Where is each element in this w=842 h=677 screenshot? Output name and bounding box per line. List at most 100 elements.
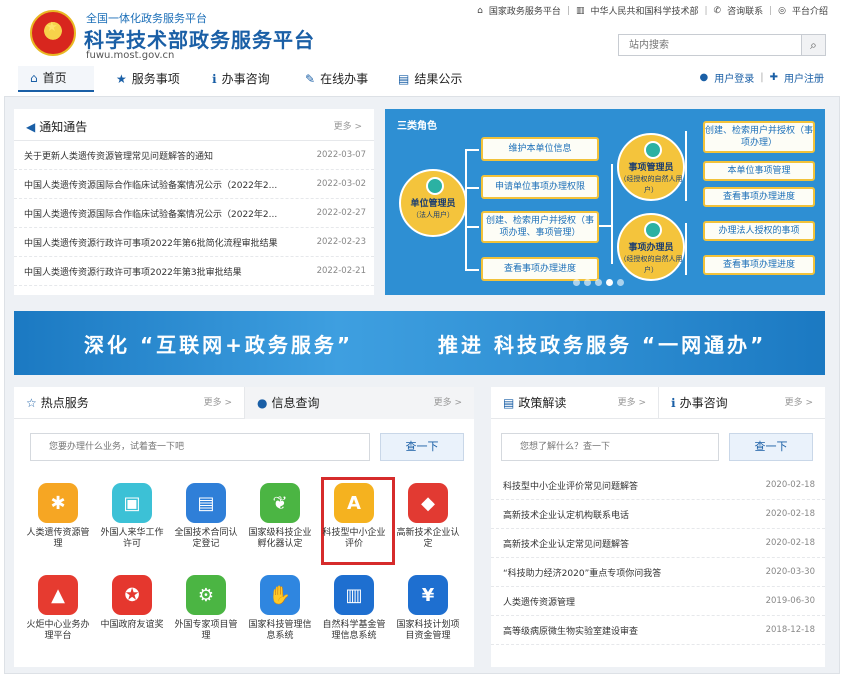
- login-link[interactable]: 用户登录: [714, 70, 754, 85]
- nav-services[interactable]: ★ 服务事项: [116, 66, 180, 92]
- policy-date: 2020-03-30: [765, 567, 815, 577]
- info-icon: ℹ: [212, 72, 217, 86]
- list-item[interactable]: 高新技术企业认定常见问题解答 2020-02-18: [491, 529, 825, 558]
- policy-text: 高新技术企业认定常见问题解答: [503, 540, 630, 550]
- list-item[interactable]: 中国人类遗传资源行政许可事项2022年第6批简化流程审批结果 2022-02-23: [14, 228, 374, 257]
- service-tile[interactable]: A 科技型中小企业评价: [319, 483, 389, 550]
- site-header: ★ 全国一体化政务服务平台 科学技术部政务服务平台 fuwu.most.gov.…: [0, 0, 842, 96]
- banner-left-text: 深化 “互联网+政务服务”: [84, 333, 354, 357]
- notice-date: 2022-03-02: [316, 179, 366, 189]
- policy-search-input[interactable]: [502, 434, 718, 460]
- notice-panel: ◀ 通知通告 更多 > 关于更新人类遗传资源管理常见问题解答的通知 2022-03-…: [14, 109, 374, 295]
- globe-icon: ◎: [778, 5, 786, 16]
- national-emblem-logo[interactable]: ★: [30, 10, 76, 56]
- policy-text: 高新技术企业认定机构联系电话: [503, 511, 630, 521]
- service-search-input[interactable]: [31, 434, 369, 460]
- role-sub: （经授权的自然人用户）: [619, 175, 683, 194]
- role-sub: （法人用户）: [412, 211, 454, 219]
- tab-consult[interactable]: ℹ 办事咨询 更多 >: [658, 387, 825, 419]
- list-item[interactable]: 中国人类遗传资源国际合作临床试验备案情况公示（2022年2... 2022-03-…: [14, 170, 374, 199]
- nav-results[interactable]: ▤ 结果公示: [398, 66, 462, 92]
- tab-hot-services[interactable]: ☆ 热点服务 更多 >: [14, 387, 244, 419]
- nav-home-label: 首页: [42, 71, 67, 85]
- service-label: 自然科学基金管理信息系统: [322, 620, 386, 641]
- service-label: 科技型中小企业评价: [322, 528, 386, 549]
- role-unit-admin: 单位管理员 （法人用户）: [399, 169, 467, 237]
- search-icon[interactable]: ⌕: [801, 35, 825, 55]
- policy-text: 高等级病原微生物实验室建设审查: [503, 627, 639, 637]
- notice-date: 2022-02-27: [316, 208, 366, 218]
- policy-date: 2018-12-18: [765, 625, 815, 635]
- service-search-button[interactable]: 查一下: [380, 433, 464, 461]
- service-tile[interactable]: ▣ 外国人来华工作许可: [97, 483, 167, 550]
- service-tile[interactable]: ◆ 高新技术企业认定: [393, 483, 463, 550]
- policy-panel: ▤政策解读 更多 > ℹ办事咨询 更多 > 查一下 科技型中小企业评价常见问题解答 2…: [491, 387, 825, 667]
- list-item[interactable]: 关于更新人类遗传资源管理常见问题解答的通知 2022-03-07: [14, 141, 374, 170]
- service-tile[interactable]: ▤ 全国技术合同认定登记: [171, 483, 241, 550]
- home-icon: ⌂: [30, 71, 38, 85]
- carousel-dots[interactable]: [573, 279, 624, 286]
- list-item[interactable]: 高等级病原微生物实验室建设审查 2018-12-18: [491, 616, 825, 645]
- consult-more-link[interactable]: 更多 >: [785, 387, 813, 419]
- notice-text: 中国人类遗传资源行政许可事项2022年第6批简化流程审批结果: [24, 239, 278, 249]
- roles-carousel[interactable]: 三类角色 单位管理员 （法人用户） 维护本单位信息 申请单位事项办理权限 创建、检…: [385, 109, 825, 295]
- hot-more-link[interactable]: 更多 >: [204, 387, 232, 419]
- service-tile[interactable]: ▥ 自然科学基金管理信息系统: [319, 575, 389, 642]
- service-tile[interactable]: ✪ 中国政府友谊奖: [97, 575, 167, 631]
- service-search: [30, 433, 370, 461]
- diagram-box: 查看事项办理进度: [481, 257, 599, 281]
- service-label: 外国专家项目管理: [174, 620, 238, 641]
- service-label: 国家级科技企业孵化器认定: [248, 528, 312, 549]
- list-item[interactable]: 中国人类遗传资源国际合作临床试验备案情况公示（2022年2... 2022-02-…: [14, 199, 374, 228]
- policy-more-link[interactable]: 更多 >: [618, 387, 646, 419]
- site-title[interactable]: 科学技术部政务服务平台: [84, 24, 315, 53]
- pencil-icon: ✎: [305, 72, 316, 86]
- notice-text: 中国人类遗传资源国际合作临床试验备案情况公示（2022年2...: [24, 181, 278, 191]
- service-tile[interactable]: ✱ 人类遗传资源管理: [23, 483, 93, 550]
- toplink-gov-portal[interactable]: 国家政务服务平台: [489, 4, 561, 17]
- nav-consult[interactable]: ℹ 办事咨询: [212, 66, 270, 92]
- service-label: 中国政府友谊奖: [100, 620, 164, 630]
- info-more-link[interactable]: 更多 >: [434, 387, 462, 419]
- page: ★ 全国一体化政务服务平台 科学技术部政务服务平台 fuwu.most.gov.…: [0, 0, 842, 677]
- nav-online[interactable]: ✎ 在线办事: [305, 66, 368, 92]
- tab-info-query[interactable]: ● 信息查询 更多 >: [244, 387, 474, 419]
- policy-search-button[interactable]: 查一下: [729, 433, 813, 461]
- list-item[interactable]: “科技助力经济2020”重点专项你问我答 2020-03-30: [491, 558, 825, 587]
- fund-icon: ▥: [334, 575, 374, 615]
- notice-text: 中国人类遗传资源行政许可事项2022年第3批审批结果: [24, 268, 242, 278]
- toplink-about[interactable]: 平台介绍: [792, 4, 828, 17]
- toplink-contact[interactable]: 咨询联系: [727, 4, 763, 17]
- home-link-icon: ⌂: [477, 5, 483, 16]
- notice-more-link[interactable]: 更多 >: [334, 119, 362, 132]
- diagram-box: 创建、检索用户并授权（事项办理）: [703, 121, 815, 153]
- notice-date: 2022-02-21: [316, 266, 366, 276]
- tab-policy[interactable]: ▤ 政策解读 更多 >: [491, 387, 658, 419]
- diagram-box: 办理法人授权的事项: [703, 221, 815, 241]
- site-search-input[interactable]: [619, 35, 801, 55]
- policy-date: 2019-06-30: [765, 596, 815, 606]
- service-tile[interactable]: ❦ 国家级科技企业孵化器认定: [245, 483, 315, 550]
- nav-results-label: 结果公示: [414, 72, 463, 86]
- nav-home[interactable]: ⌂ 首页: [18, 66, 94, 92]
- role-item-manager: 事项管理员 （经授权的自然人用户）: [617, 133, 685, 201]
- list-item[interactable]: 中国人类遗传资源行政许可事项2022年第3批审批结果 2022-02-21: [14, 257, 374, 286]
- phone-icon: ✆: [713, 5, 722, 16]
- service-tile[interactable]: ¥ 国家科技计划项目资金管理: [393, 575, 463, 642]
- nav-consult-label: 办事咨询: [221, 72, 270, 86]
- service-label: 火炬中心业务办理平台: [26, 620, 90, 641]
- list-item[interactable]: 人类遗传资源管理 2019-06-30: [491, 587, 825, 616]
- diagram-box: 查看事项办理进度: [703, 187, 815, 207]
- toplink-most[interactable]: 中华人民共和国科学技术部: [590, 4, 698, 17]
- register-link[interactable]: 用户注册: [784, 70, 824, 85]
- hot-services-panel: ☆热点服务 更多 > ●信息查询 更多 > 查一下 ✱ 人类遗传资源管理 ▣ 外国人来华工…: [14, 387, 474, 667]
- policy-text: 科技型中小企业评价常见问题解答: [503, 482, 639, 492]
- policy-text: “科技助力经济2020”重点专项你问我答: [503, 569, 662, 579]
- sprout-icon: ❦: [260, 483, 300, 523]
- list-item[interactable]: 科技型中小企业评价常见问题解答 2020-02-18: [491, 471, 825, 500]
- service-tile[interactable]: ▲ 火炬中心业务办理平台: [23, 575, 93, 642]
- service-tile[interactable]: ✋ 国家科技管理信息系统: [245, 575, 315, 642]
- nav-online-label: 在线办事: [320, 72, 369, 86]
- list-item[interactable]: 高新技术企业认定机构联系电话 2020-02-18: [491, 500, 825, 529]
- service-tile[interactable]: ⚙ 外国专家项目管理: [171, 575, 241, 642]
